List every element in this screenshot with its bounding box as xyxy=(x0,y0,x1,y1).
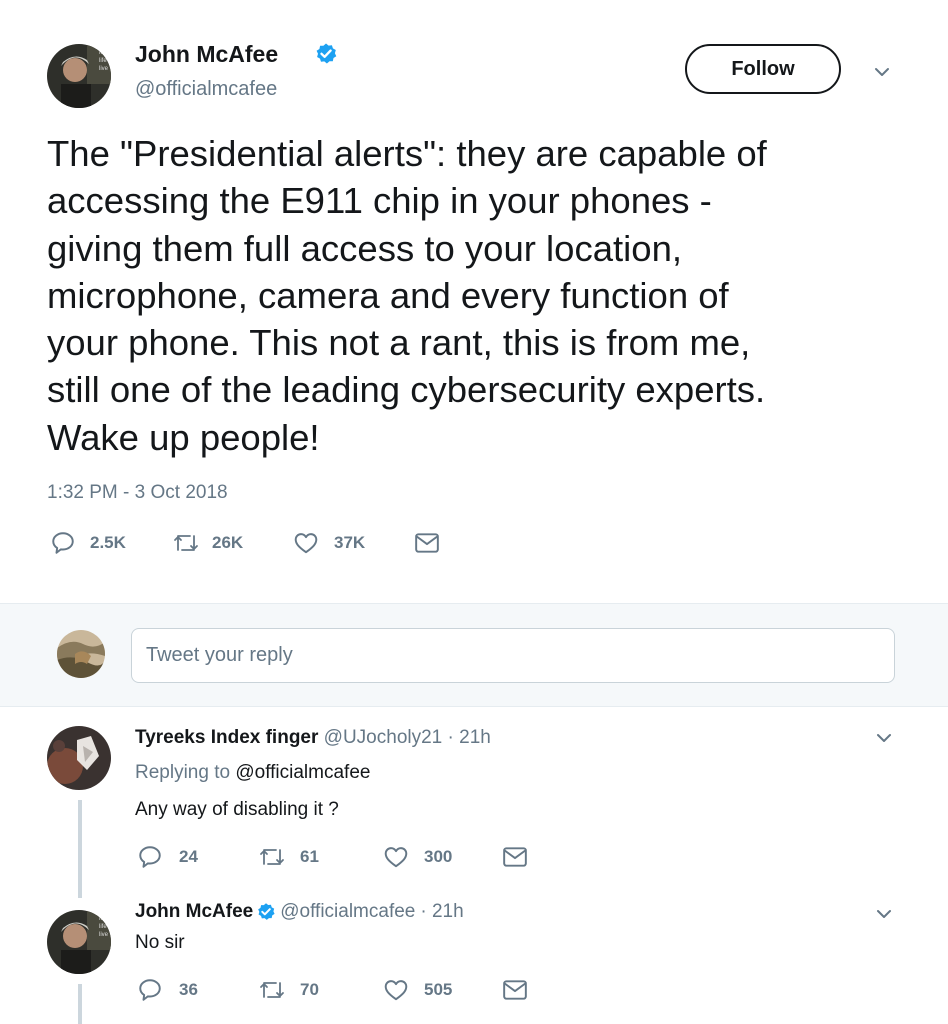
retweet-icon xyxy=(260,849,284,865)
reply1-retweet-count: 61 xyxy=(300,847,319,866)
reply1-retweet-button[interactable]: 61 xyxy=(258,844,319,870)
dm-button[interactable] xyxy=(414,531,440,555)
reply1-like-button[interactable]: 300 xyxy=(382,844,452,870)
tweet-text-line: accessing the E911 chip in your phones - xyxy=(47,180,712,222)
tweet-text-line: Wake up people! xyxy=(47,416,320,458)
svg-text:live: live xyxy=(99,66,109,72)
reply2-dm-button[interactable] xyxy=(502,978,528,1002)
reply2-retweet-count: 70 xyxy=(300,980,319,999)
thread-line xyxy=(78,800,82,898)
verified-icon xyxy=(314,42,338,66)
follow-button[interactable]: Follow xyxy=(685,44,841,94)
retweet-icon xyxy=(260,982,284,998)
tweet-text: The "Presidential alerts": they are capa… xyxy=(47,130,937,461)
reply2-time[interactable]: · 21h xyxy=(420,900,463,924)
dm-icon xyxy=(415,533,439,553)
like-icon xyxy=(294,533,318,554)
dm-icon xyxy=(503,847,527,867)
reply1-handle[interactable]: @UJocholy21 xyxy=(324,727,443,748)
reply2-handle[interactable]: @officialmcafee xyxy=(280,900,415,924)
reply1-avatar[interactable] xyxy=(47,726,111,790)
reply1-like-count: 300 xyxy=(424,847,453,866)
reply1-replying-to: Replying to @officialmcafee xyxy=(135,761,370,785)
replying-to-handle[interactable]: @officialmcafee xyxy=(235,762,370,783)
tweet-text-line: still one of the leading cybersecurity e… xyxy=(47,369,766,411)
like-icon xyxy=(384,980,408,1001)
reply-count: 2.5K xyxy=(90,533,126,552)
tweet-text-line: your phone. This not a rant, this is fro… xyxy=(47,322,751,364)
reply-icon xyxy=(52,532,74,554)
reply1-text: Any way of disabling it ? xyxy=(135,799,339,820)
tweet-text-line: The "Presidential alerts": they are capa… xyxy=(47,133,767,174)
svg-text:life: life xyxy=(99,924,107,930)
reply-input-placeholder: Tweet your reply xyxy=(146,644,293,666)
svg-text:let: let xyxy=(99,50,106,56)
like-button[interactable]: 37K xyxy=(292,530,365,556)
reply2-text: No sir xyxy=(135,932,185,953)
chevron-down-icon[interactable] xyxy=(872,62,892,87)
reply1-dm-button[interactable] xyxy=(502,845,528,869)
svg-text:let: let xyxy=(99,916,106,922)
retweet-count: 26K xyxy=(212,533,244,552)
reply2-header: John McAfee @officialmcafee · 21h xyxy=(135,900,464,924)
reply2-reply-button[interactable]: 36 xyxy=(137,977,198,1003)
reply1-name[interactable]: Tyreeks Index finger xyxy=(135,727,318,748)
retweet-button[interactable]: 26K xyxy=(172,530,243,556)
reply2-reply-count: 36 xyxy=(179,980,198,999)
tweet-timestamp[interactable]: 1:32 PM - 3 Oct 2018 xyxy=(47,481,228,505)
reply-input[interactable]: Tweet your reply xyxy=(131,628,895,683)
current-user-avatar[interactable] xyxy=(57,630,105,678)
svg-text:life: life xyxy=(99,58,107,64)
reply1-time[interactable]: · 21h xyxy=(448,727,491,748)
reply-icon xyxy=(139,979,161,1001)
reply2-like-button[interactable]: 505 xyxy=(382,977,452,1003)
like-count: 37K xyxy=(334,533,366,552)
author-avatar[interactable]: let life live xyxy=(47,44,111,108)
tweet-text-line: microphone, camera and every function of xyxy=(47,274,729,316)
verified-icon xyxy=(256,902,276,922)
author-name[interactable]: John McAfee xyxy=(135,40,278,68)
reply-button[interactable]: 2.5K xyxy=(50,530,126,556)
reply2-like-count: 505 xyxy=(424,980,453,999)
reply-icon xyxy=(139,846,161,868)
chevron-down-icon[interactable] xyxy=(874,904,894,929)
reply2-retweet-button[interactable]: 70 xyxy=(258,977,319,1003)
reply1-reply-count: 24 xyxy=(179,847,198,866)
svg-text:live: live xyxy=(99,932,109,938)
author-handle[interactable]: @officialmcafee xyxy=(135,77,277,101)
reply2-avatar[interactable]: let life live xyxy=(47,910,111,974)
follow-button-label: Follow xyxy=(731,57,795,80)
reply2-name[interactable]: John McAfee xyxy=(135,900,253,924)
dm-icon xyxy=(503,980,527,1000)
reply1-reply-button[interactable]: 24 xyxy=(137,844,198,870)
tweet-text-line: giving them full access to your location… xyxy=(47,227,683,269)
replying-to-label: Replying to xyxy=(135,762,231,783)
reply1-header: Tyreeks Index finger @UJocholy21 · 21h xyxy=(135,726,491,750)
thread-line xyxy=(78,984,82,1024)
chevron-down-icon[interactable] xyxy=(874,728,894,753)
retweet-icon xyxy=(174,535,198,551)
like-icon xyxy=(384,847,408,868)
